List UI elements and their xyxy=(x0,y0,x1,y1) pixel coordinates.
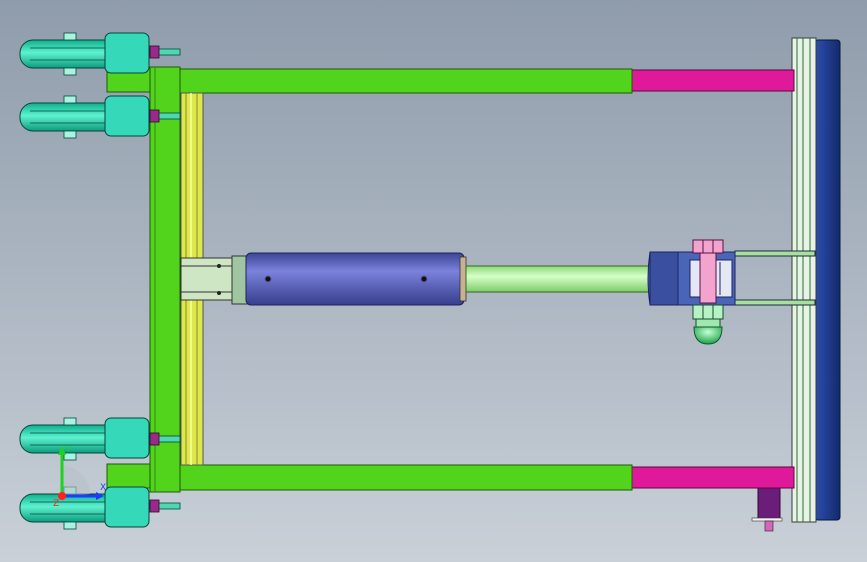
z-axis-icon xyxy=(58,492,66,500)
slide-tube-bottom xyxy=(631,466,795,489)
clevis xyxy=(647,251,736,306)
cylinder-mount xyxy=(180,255,249,305)
piston-rod xyxy=(465,265,653,293)
end-plate xyxy=(791,37,841,523)
cad-viewport[interactable]: Y X Z xyxy=(0,0,867,562)
assembly-drawing: Y X Z xyxy=(0,0,867,562)
hydraulic-cylinder xyxy=(245,252,467,306)
x-axis-label: X xyxy=(100,483,106,493)
slide-tube-top xyxy=(631,69,795,92)
y-axis-label: Y xyxy=(65,445,72,455)
z-axis-label: Z xyxy=(53,499,59,509)
